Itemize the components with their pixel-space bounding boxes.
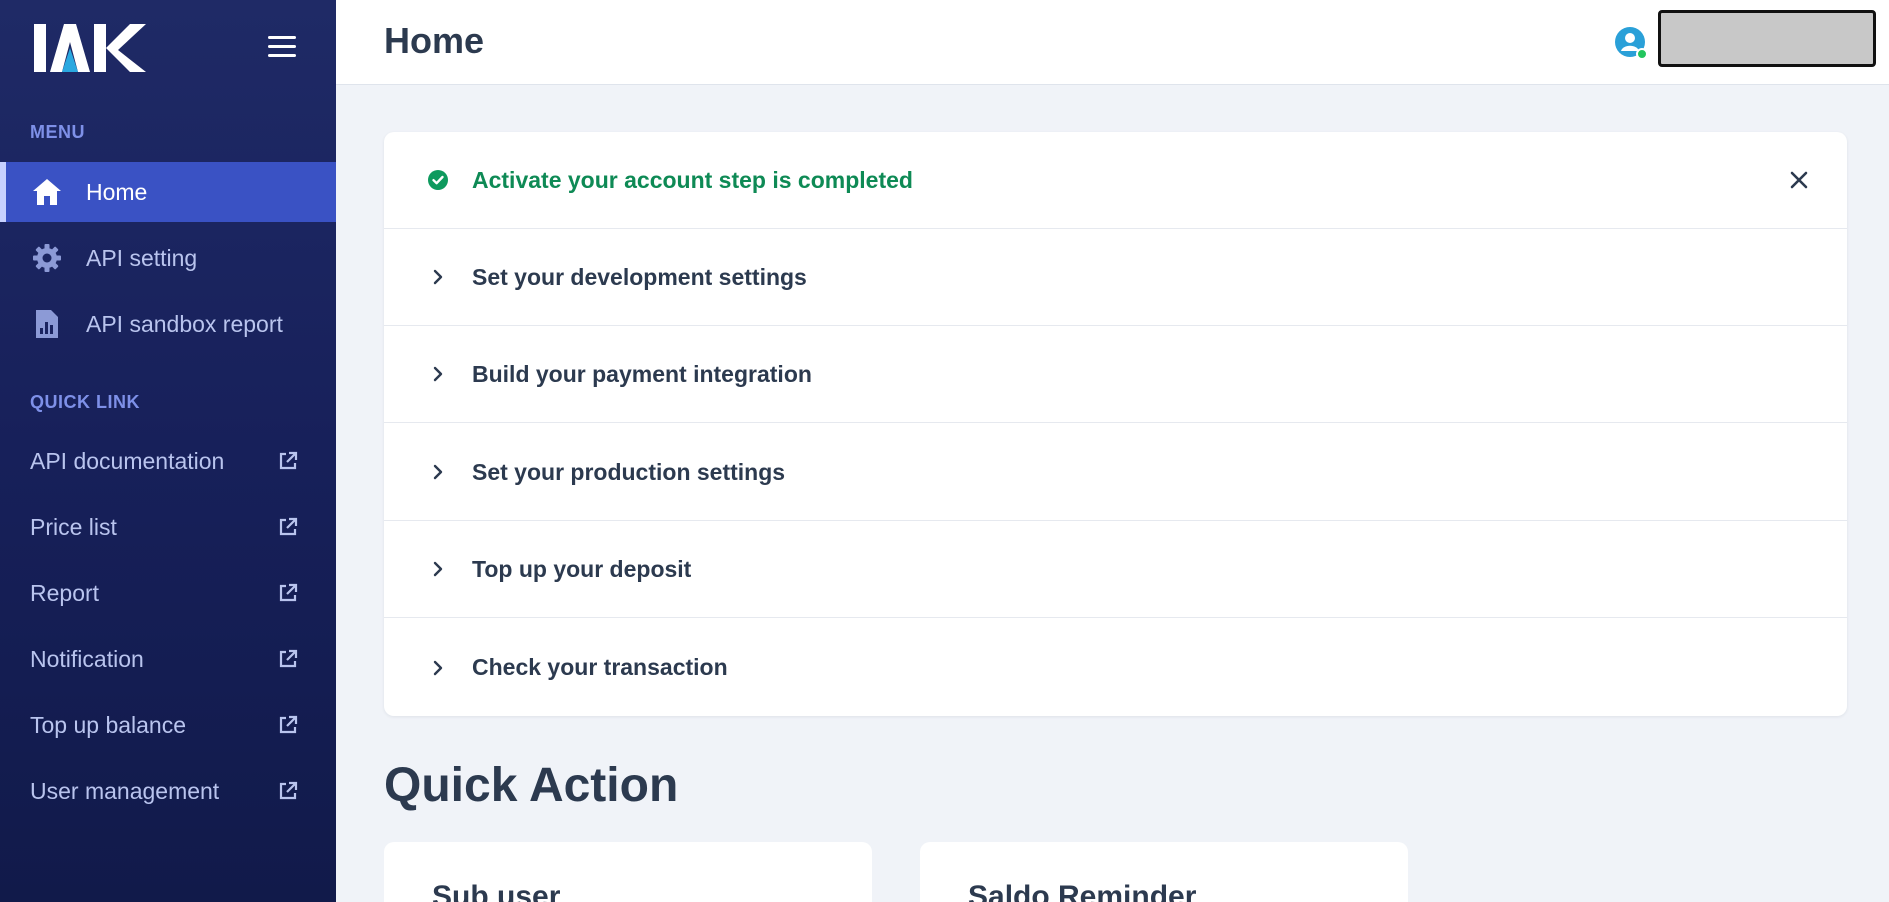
external-link-icon — [279, 451, 298, 470]
external-link-icon — [279, 715, 298, 734]
sidebar: MENU Home API setting API sandbox report… — [0, 0, 336, 902]
quick-action-card-title: Saldo Reminder — [968, 880, 1197, 902]
hamburger-menu-icon[interactable] — [268, 36, 296, 58]
quicklink-user-management[interactable]: User management — [0, 763, 336, 819]
checklist-item-label: Build your payment integration — [472, 360, 812, 387]
quicklink-top-up-balance[interactable]: Top up balance — [0, 697, 336, 753]
external-link-icon — [279, 583, 298, 602]
check-circle-icon — [426, 168, 450, 192]
quicklink-notification[interactable]: Notification — [0, 631, 336, 687]
chevron-right-icon — [426, 656, 450, 680]
external-link-icon — [279, 649, 298, 668]
sidebar-item-label: API setting — [86, 244, 198, 271]
chevron-right-icon — [426, 265, 450, 289]
quick-action-title: Quick Action — [384, 759, 679, 812]
quicklink-label: Top up balance — [30, 711, 187, 738]
sidebar-item-label: Home — [86, 178, 148, 205]
quicklink-label: Report — [30, 579, 100, 606]
checklist-item-development-settings[interactable]: Set your development settings — [384, 229, 1847, 326]
quicklink-api-documentation[interactable]: API documentation — [0, 433, 336, 489]
menu-section-title: MENU — [30, 122, 85, 142]
checklist-item-activate-account[interactable]: Activate your account step is completed — [384, 132, 1847, 229]
chevron-right-icon — [426, 460, 450, 484]
close-icon[interactable] — [1787, 168, 1811, 192]
checklist-item-label: Set your development settings — [472, 263, 807, 290]
home-icon — [30, 175, 64, 209]
checklist-item-label: Set your production settings — [472, 458, 786, 485]
chevron-right-icon — [426, 557, 450, 581]
checklist-item-check-transaction[interactable]: Check your transaction — [384, 619, 1847, 716]
quick-action-card-title: Sub user — [432, 880, 561, 902]
sidebar-item-api-sandbox-report[interactable]: API sandbox report — [0, 294, 336, 354]
brand-logo[interactable] — [34, 22, 146, 74]
quicklink-label: User management — [30, 777, 220, 804]
quicklink-label: API documentation — [30, 447, 225, 474]
page-title: Home — [384, 20, 485, 61]
quicklink-report[interactable]: Report — [0, 565, 336, 621]
sidebar-item-label: API sandbox report — [86, 310, 283, 337]
checklist-item-production-settings[interactable]: Set your production settings — [384, 424, 1847, 521]
user-account-box[interactable] — [1658, 10, 1876, 67]
user-avatar-icon[interactable] — [1614, 26, 1648, 60]
quick-action-card-saldo-reminder[interactable]: Saldo Reminder — [920, 842, 1408, 902]
checklist-item-payment-integration[interactable]: Build your payment integration — [384, 326, 1847, 423]
quicklink-label: Notification — [30, 645, 144, 672]
external-link-icon — [279, 517, 298, 536]
checklist-item-label: Check your transaction — [472, 654, 728, 680]
checklist-item-label: Activate your account step is completed — [472, 166, 913, 193]
checklist-item-top-up-deposit[interactable]: Top up your deposit — [384, 521, 1847, 618]
sidebar-item-home[interactable]: Home — [0, 162, 336, 222]
external-link-icon — [279, 781, 298, 800]
quick-action-card-sub-user[interactable]: Sub user — [384, 842, 872, 902]
checklist-item-label: Top up your deposit — [472, 555, 692, 582]
gear-icon — [30, 241, 64, 275]
chevron-right-icon — [426, 362, 450, 386]
quicklink-price-list[interactable]: Price list — [0, 499, 336, 555]
sidebar-item-api-setting[interactable]: API setting — [0, 228, 336, 288]
quicklink-section-title: QUICK LINK — [30, 392, 140, 412]
quicklink-label: Price list — [30, 513, 117, 540]
top-header: Home — [336, 0, 1889, 85]
report-icon — [30, 307, 64, 341]
onboarding-checklist-card: Activate your account step is completed … — [384, 132, 1847, 716]
